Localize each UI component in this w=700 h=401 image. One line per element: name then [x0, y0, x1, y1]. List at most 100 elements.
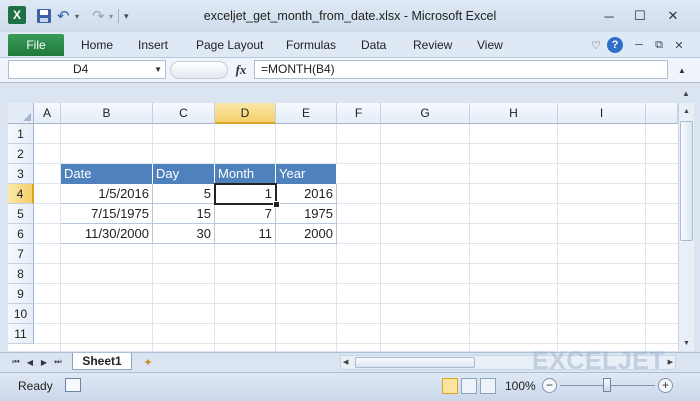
row-header-7[interactable]: 7	[8, 244, 34, 264]
macro-recording-icon[interactable]	[65, 378, 81, 392]
table-cell[interactable]: 1/5/2016	[61, 184, 153, 204]
row-header-9[interactable]: 9	[8, 284, 34, 304]
table-cell[interactable]: 15	[153, 204, 215, 224]
insert-sheet-icon[interactable]: ✦	[140, 355, 156, 369]
status-bar: Ready 100% − +	[0, 372, 700, 401]
zoom-in-button[interactable]: +	[658, 378, 673, 393]
table-cell[interactable]: 11/30/2000	[61, 224, 153, 244]
tab-review[interactable]: Review	[413, 36, 452, 54]
table-cell[interactable]: 5	[153, 184, 215, 204]
gridline	[34, 303, 678, 304]
horizontal-scroll-thumb[interactable]	[355, 357, 475, 368]
redo-dropdown-icon[interactable]: ▾	[109, 7, 113, 25]
active-cell-selection[interactable]	[214, 183, 277, 205]
last-sheet-icon[interactable]: ⏭	[52, 355, 64, 369]
column-header-b[interactable]: B	[61, 103, 153, 124]
next-sheet-icon[interactable]: ▶	[38, 355, 50, 369]
table-cell[interactable]: 2016	[276, 184, 337, 204]
close-button[interactable]: ✕	[662, 7, 684, 25]
row-header-8[interactable]: 8	[8, 264, 34, 284]
scroll-down-icon[interactable]: ▼	[679, 335, 694, 351]
split-box-icon[interactable]: ▲	[678, 84, 694, 102]
column-header-d[interactable]: D	[215, 103, 276, 124]
gridline	[34, 283, 678, 284]
excel-logo-icon[interactable]: X	[8, 6, 26, 24]
table-header-date[interactable]: Date	[61, 164, 153, 184]
customize-toolbar-icon[interactable]: ▾	[124, 7, 129, 25]
row-header-10[interactable]: 10	[8, 304, 34, 324]
scroll-left-icon[interactable]: ◀	[343, 356, 348, 369]
zoom-slider-thumb[interactable]	[603, 378, 611, 392]
undo-dropdown-icon[interactable]: ▾	[75, 7, 79, 25]
workbook-close-icon[interactable]: ✕	[671, 36, 687, 54]
tab-file[interactable]: File	[8, 34, 64, 56]
name-box-value: D4	[73, 62, 89, 76]
gridline	[34, 343, 678, 344]
workbook-restore-icon[interactable]: ⧉	[651, 36, 667, 54]
normal-view-button[interactable]	[442, 378, 458, 394]
sheet-tab-sheet1[interactable]: Sheet1	[72, 353, 132, 370]
row-header-4[interactable]: 4	[8, 184, 34, 204]
table-cell[interactable]: 7/15/1975	[61, 204, 153, 224]
worksheet-grid[interactable]: A B C D E F G H I 1 2 3 4 5 6 7 8 9 10 1…	[8, 103, 678, 351]
name-box[interactable]: D4 ▼	[8, 60, 166, 79]
column-header-i[interactable]: I	[558, 103, 646, 124]
column-header-h[interactable]: H	[470, 103, 558, 124]
column-header-f[interactable]: F	[337, 103, 381, 124]
table-cell[interactable]: 11	[215, 224, 276, 244]
zoom-level[interactable]: 100%	[505, 379, 536, 393]
row-header-5[interactable]: 5	[8, 204, 34, 224]
select-all-button[interactable]	[8, 103, 34, 124]
table-cell[interactable]: 1975	[276, 204, 337, 224]
redo-icon[interactable]: ↷	[92, 7, 105, 25]
help-icon[interactable]: ?	[607, 37, 623, 53]
column-header-a[interactable]: A	[34, 103, 61, 124]
page-layout-view-button[interactable]	[461, 378, 477, 394]
first-sheet-icon[interactable]: ⏮	[10, 355, 22, 369]
vertical-scroll-thumb[interactable]	[680, 121, 693, 241]
row-header-3[interactable]: 3	[8, 164, 34, 184]
row-header-2[interactable]: 2	[8, 144, 34, 164]
table-header-day[interactable]: Day	[153, 164, 215, 184]
tab-insert[interactable]: Insert	[138, 36, 168, 54]
tab-page-layout[interactable]: Page Layout	[196, 36, 263, 54]
formula-input[interactable]: =MONTH(B4)	[254, 60, 668, 79]
expand-formula-bar-icon[interactable]: ▲	[672, 61, 692, 79]
tab-data[interactable]: Data	[361, 36, 386, 54]
gridline	[469, 124, 470, 351]
maximize-button[interactable]: ☐	[629, 7, 651, 25]
tab-formulas[interactable]: Formulas	[286, 36, 336, 54]
ribbon-tab-bar: File Home Insert Page Layout Formulas Da…	[0, 32, 700, 58]
undo-icon[interactable]: ↶	[57, 7, 70, 25]
page-break-preview-button[interactable]	[480, 378, 496, 394]
gridline	[557, 124, 558, 351]
column-header-g[interactable]: G	[381, 103, 470, 124]
table-cell[interactable]: 7	[215, 204, 276, 224]
fill-handle[interactable]	[273, 201, 280, 208]
insert-function-icon[interactable]: fx	[232, 61, 250, 79]
column-header-e[interactable]: E	[276, 103, 337, 124]
table-header-month[interactable]: Month	[215, 164, 276, 184]
chevron-down-icon[interactable]: ▼	[154, 61, 162, 78]
formula-bar-resize-handle[interactable]	[170, 61, 228, 79]
row-header-1[interactable]: 1	[8, 124, 34, 144]
minimize-ribbon-icon[interactable]: ♡	[588, 36, 604, 54]
scroll-up-icon[interactable]: ▲	[679, 103, 694, 119]
title-bar: X ↶ ▾ ↷ ▾ ▾ exceljet_get_month_from_date…	[0, 0, 700, 33]
save-icon[interactable]	[36, 8, 52, 24]
tab-home[interactable]: Home	[81, 36, 113, 54]
table-cell[interactable]: 30	[153, 224, 215, 244]
row-header-11[interactable]: 11	[8, 324, 34, 344]
previous-sheet-icon[interactable]: ◀	[24, 355, 36, 369]
vertical-scrollbar[interactable]: ▲ ▼	[678, 103, 694, 351]
gridline	[645, 124, 646, 351]
column-header-c[interactable]: C	[153, 103, 215, 124]
row-header-6[interactable]: 6	[8, 224, 34, 244]
workbook-minimize-icon[interactable]: ─	[631, 36, 647, 54]
minimize-button[interactable]: ─	[598, 7, 620, 25]
table-cell[interactable]: 2000	[276, 224, 337, 244]
tab-view[interactable]: View	[477, 36, 503, 54]
scroll-right-icon[interactable]: ▶	[668, 356, 673, 369]
table-header-year[interactable]: Year	[276, 164, 337, 184]
zoom-out-button[interactable]: −	[542, 378, 557, 393]
